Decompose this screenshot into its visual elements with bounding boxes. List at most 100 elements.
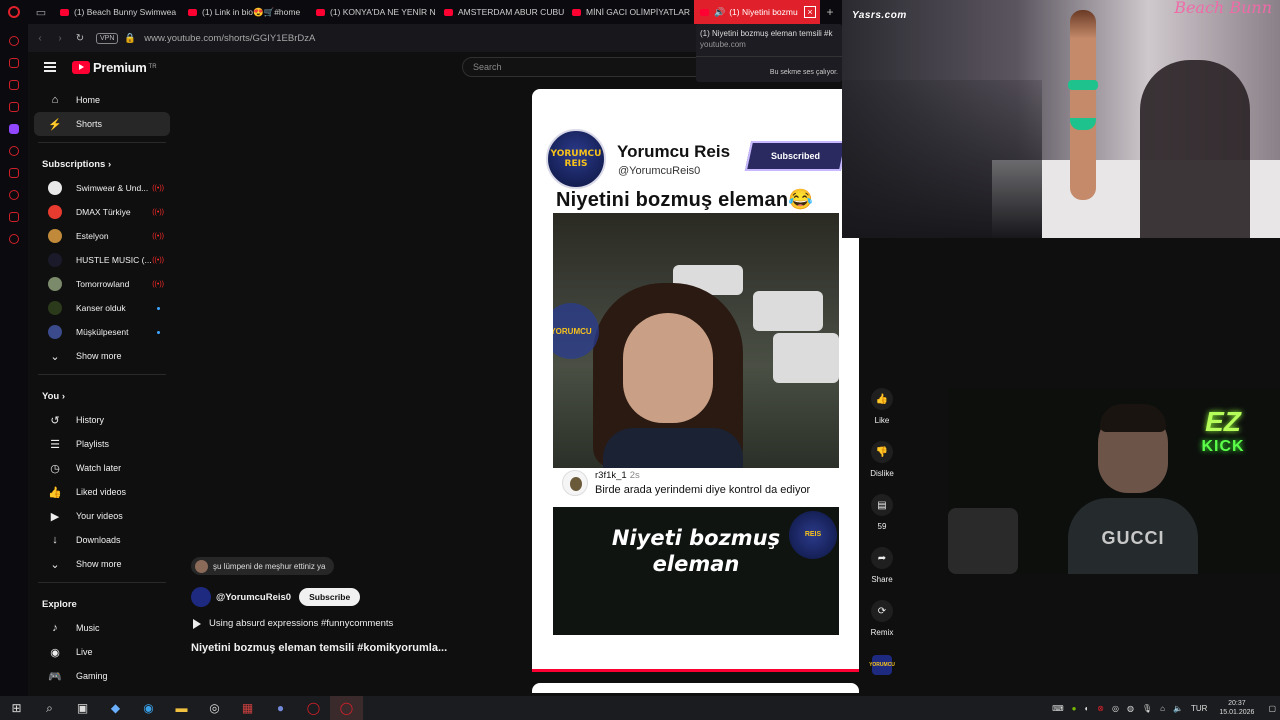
show-more-button[interactable]: ⌄ Show more: [34, 344, 170, 368]
bookmarks-icon[interactable]: [9, 168, 19, 178]
history-icon[interactable]: [9, 146, 19, 156]
lock-icon[interactable]: 🔒: [124, 33, 136, 44]
url-field[interactable]: www.youtube.com/shorts/GGIY1EBrDzA: [144, 33, 315, 44]
clock-icon[interactable]: [9, 190, 19, 200]
tray-app-icon[interactable]: ◐: [1084, 704, 1089, 713]
subscription-item[interactable]: Tomorrowland ((•)): [34, 272, 170, 296]
sidebar-item-playlists[interactable]: ☰ Playlists: [34, 432, 170, 456]
subscriptions-header[interactable]: Subscriptions ›: [28, 149, 176, 176]
subscription-item[interactable]: DMAX Türkiye ((•)): [34, 200, 170, 224]
copilot-icon[interactable]: ◆: [99, 696, 132, 720]
volume-icon[interactable]: 🔈: [1173, 704, 1183, 713]
dislike-button[interactable]: 👎 Dislike: [866, 441, 898, 494]
browser-tab[interactable]: MİNİ GACI OLİMPİYATLAR: [566, 0, 694, 24]
browser-tab[interactable]: AMSTERDAM ABUR CUBU: [438, 0, 566, 24]
browser-tab[interactable]: (1) Link in bio😍🛒#home: [182, 0, 310, 24]
you-header[interactable]: You ›: [28, 381, 176, 408]
file-explorer-icon[interactable]: ▬: [165, 696, 198, 720]
next-short-preview[interactable]: [532, 683, 859, 693]
new-tab-button[interactable]: +: [820, 5, 840, 19]
avatar[interactable]: [191, 587, 211, 607]
edge-icon[interactable]: ◉: [132, 696, 165, 720]
opera-icon[interactable]: ◯: [297, 696, 330, 720]
comments-button[interactable]: ▤ 59: [866, 494, 898, 547]
sidebar-item-liked-videos[interactable]: 👍 Liked videos: [34, 480, 170, 504]
notification-icon[interactable]: ▢: [1268, 704, 1276, 713]
network-icon[interactable]: ⌂: [1160, 704, 1165, 713]
tray-app-icon[interactable]: ◎: [1112, 704, 1119, 713]
sound-channel-thumbnail[interactable]: YORUMCU: [869, 655, 895, 675]
close-tab-icon[interactable]: ×: [804, 6, 816, 18]
suggested-comment-chip[interactable]: şu lümpeni de meşhur ettiniz ya: [191, 557, 334, 575]
live-icon: ((•)): [152, 208, 164, 216]
video-title[interactable]: Niyetini bozmuş eleman temsili #komikyor…: [191, 642, 447, 654]
bag-icon[interactable]: [9, 58, 19, 68]
discord-icon[interactable]: ●: [264, 696, 297, 720]
divider: [38, 142, 166, 143]
browser-tab-active[interactable]: 🔊 (1) Niyetini bozmu ×: [694, 0, 820, 24]
browser-tab[interactable]: (1) KONYA'DA NE YENİR N: [310, 0, 438, 24]
show-more-button[interactable]: ⌄ Show more: [34, 552, 170, 576]
microphone-icon[interactable]: 🎙: [1142, 704, 1152, 713]
sidebar-item-live[interactable]: ◉ Live: [34, 640, 170, 664]
sound-link[interactable]: Using absurd expressions #funnycomments: [193, 618, 393, 629]
subscription-item[interactable]: Swimwear & Und... ((•)): [34, 176, 170, 200]
browser-tab[interactable]: (1) Beach Bunny Swimwea: [54, 0, 182, 24]
vpn-badge[interactable]: VPN: [96, 32, 119, 44]
channel-handle-link[interactable]: @YorumcuReis0: [216, 592, 291, 603]
subscription-item[interactable]: Estelyon ((•)): [34, 224, 170, 248]
forward-icon[interactable]: ›: [52, 33, 68, 44]
extensions-icon[interactable]: [9, 212, 19, 222]
video-caption-frame: Niyeti bozmuş eleman REIS: [553, 507, 839, 635]
avatar: [48, 301, 62, 315]
audience: [842, 80, 1042, 238]
messenger-icon[interactable]: [9, 36, 19, 46]
music-player-icon[interactable]: [9, 102, 19, 112]
subscription-item[interactable]: Kanser olduk: [34, 296, 170, 320]
chevron-down-icon: ⌄: [50, 558, 60, 571]
settings-icon[interactable]: [9, 234, 19, 244]
windows-start-icon[interactable]: ⊞: [0, 696, 33, 720]
reload-icon[interactable]: ↻: [72, 33, 88, 44]
meta-channel: @YorumcuReis0 Subscribe: [191, 587, 361, 607]
search-input[interactable]: Search: [462, 57, 698, 77]
sidebar-item-your-videos[interactable]: ▶ Your videos: [34, 504, 170, 528]
sidebar-item-history[interactable]: ↺ History: [34, 408, 170, 432]
subscribe-button[interactable]: Subscribe: [299, 588, 361, 606]
sidebar-item-shorts[interactable]: ⚡ Shorts: [34, 112, 170, 136]
clock[interactable]: 20:37 15.01.2026: [1219, 699, 1254, 717]
like-button[interactable]: 👍 Like: [866, 388, 898, 441]
obs-icon[interactable]: ◎: [198, 696, 231, 720]
subscription-item[interactable]: Müşkülpesent: [34, 320, 170, 344]
short-video-player[interactable]: YORUMCU REIS Yorumcu Reis @YorumcuReis0 …: [532, 89, 859, 672]
sidebar-item-downloads[interactable]: ↓ Downloads: [34, 528, 170, 552]
sidebar-item-home[interactable]: ⌂ Home: [34, 88, 170, 112]
language-indicator[interactable]: TUR: [1191, 704, 1207, 713]
tray-app-icon[interactable]: ⊗: [1097, 704, 1104, 713]
nvidia-icon[interactable]: ●: [1072, 704, 1077, 713]
tab-overview-icon[interactable]: ▭: [28, 0, 54, 24]
sidebar-item-music[interactable]: ♪ Music: [34, 616, 170, 640]
back-icon[interactable]: ‹: [32, 33, 48, 44]
sidebar-item-watch-later[interactable]: ◷ Watch later: [34, 456, 170, 480]
task-view-icon[interactable]: ▣: [66, 696, 99, 720]
keyboard-icon[interactable]: ⌨: [1052, 704, 1064, 713]
youtube-logo-icon[interactable]: [72, 60, 90, 74]
premium-label[interactable]: Premium: [93, 60, 147, 75]
voicemeeter-icon[interactable]: ▦: [231, 696, 264, 720]
instagram-icon[interactable]: [9, 80, 19, 90]
subscription-item[interactable]: HUSTLE MUSIC (... ((•)): [34, 248, 170, 272]
webcam-overlay: GUCCI EZ KICK: [948, 388, 1280, 574]
speaker-icon[interactable]: 🔊: [714, 7, 725, 18]
tray-app-icon[interactable]: ◍: [1127, 704, 1134, 713]
sidebar-item-gaming[interactable]: 🎮 Gaming: [34, 664, 170, 688]
opera-gx-icon[interactable]: ◯: [330, 696, 363, 720]
remix-button[interactable]: ⟳ Remix: [866, 600, 898, 653]
twitch-icon[interactable]: [9, 124, 19, 134]
tab-tooltip: (1) Niyetini bozmuş eleman temsili #k yo…: [696, 24, 842, 82]
search-icon[interactable]: ⌕: [33, 696, 66, 720]
menu-icon[interactable]: [44, 62, 56, 72]
opera-logo[interactable]: [0, 0, 28, 24]
video-progress-bar[interactable]: [532, 669, 859, 672]
share-button[interactable]: ➦ Share: [866, 547, 898, 600]
